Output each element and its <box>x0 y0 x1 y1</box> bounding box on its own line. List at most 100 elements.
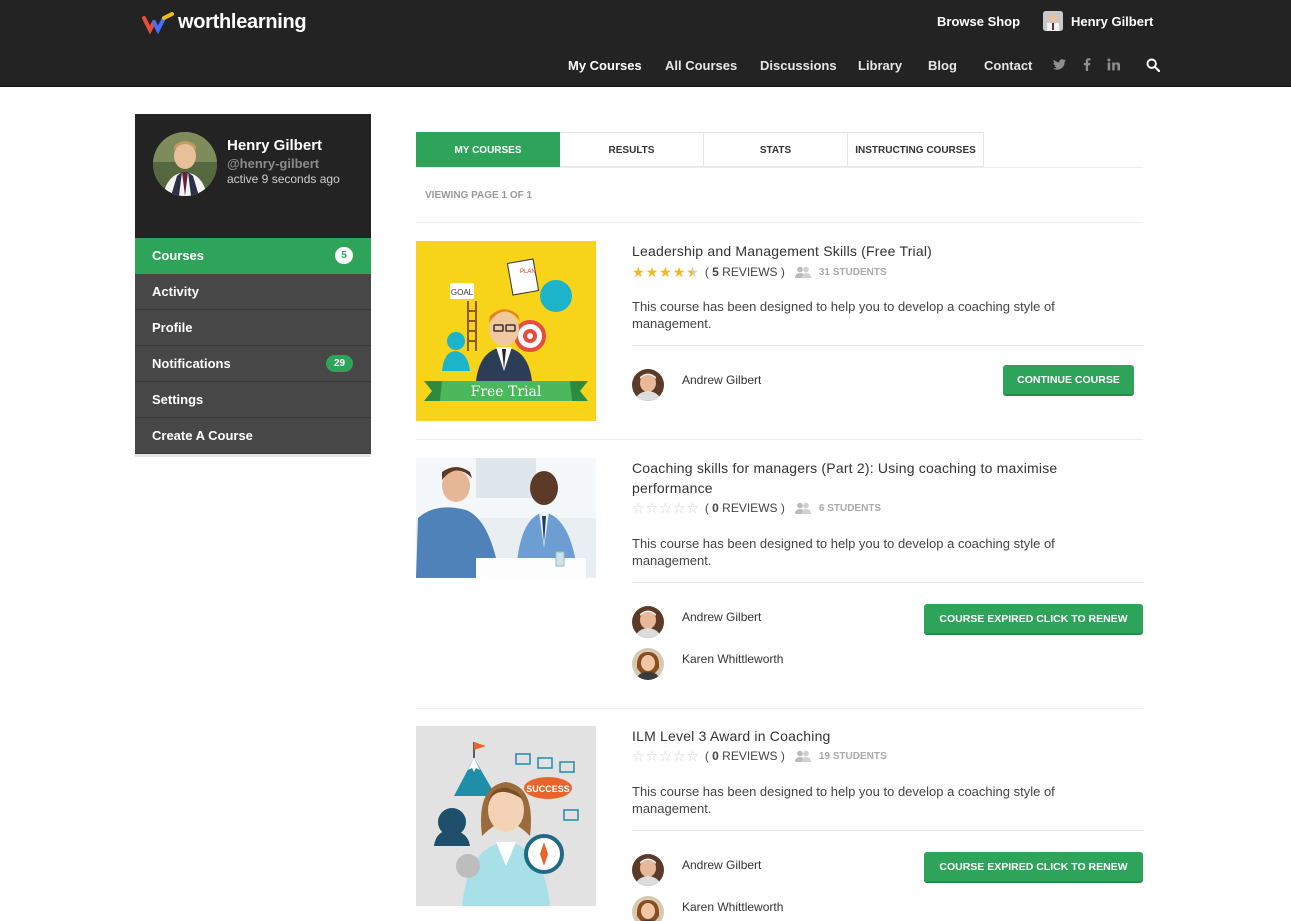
students-icon <box>794 750 811 762</box>
sidebar-item-label: Settings <box>152 392 204 407</box>
sidebar-item-courses[interactable]: Courses 5 <box>135 238 371 274</box>
divider <box>632 345 1143 346</box>
nav-contact[interactable]: Contact <box>984 58 1032 73</box>
divider <box>632 830 1143 831</box>
renew-course-button[interactable]: COURSE EXPIRED CLICK TO RENEW <box>924 604 1143 635</box>
sidebar-item-label: Notifications <box>152 356 231 371</box>
tab-instructing-courses[interactable]: INSTRUCTING COURSES <box>848 132 984 167</box>
notifications-count-badge: 29 <box>326 355 353 372</box>
divider <box>632 582 1143 583</box>
sidebar-item-label: Courses <box>152 248 205 263</box>
browse-shop-link[interactable]: Browse Shop <box>937 14 1020 29</box>
instructor-name: Andrew Gilbert <box>682 610 762 624</box>
profile-sidebar: Henry Gilbert @henry-gilbert active 9 se… <box>135 114 371 457</box>
sidebar-item-settings[interactable]: Settings <box>135 382 371 418</box>
facebook-icon[interactable] <box>1083 58 1091 71</box>
course-thumbnail[interactable]: GOAL PLAN Free Trial <box>416 241 596 421</box>
instructor[interactable]: Andrew Gilbert <box>632 606 761 638</box>
course-tabs: MY COURSES RESULTS STATS INSTRUCTING COU… <box>416 132 984 167</box>
course-meta: ★ ★ ★ ★ ★ ( 5 REVIEWS ) 31 STUDENTS <box>632 264 887 280</box>
search-icon[interactable] <box>1146 58 1160 72</box>
course-title[interactable]: Leadership and Management Skills (Free T… <box>632 241 1132 261</box>
profile-card: Henry Gilbert @henry-gilbert active 9 se… <box>135 114 371 238</box>
instructor-name: Andrew Gilbert <box>682 858 762 872</box>
renew-course-button[interactable]: COURSE EXPIRED CLICK TO RENEW <box>924 852 1143 883</box>
logo-text: worthlearning <box>178 11 307 33</box>
star-icon: ★ <box>672 264 686 280</box>
twitter-icon[interactable] <box>1053 59 1066 70</box>
tabs-divider <box>416 167 1143 168</box>
course-thumbnail[interactable] <box>416 458 596 578</box>
sidebar-item-activity[interactable]: Activity <box>135 274 371 310</box>
star-icon: ☆ <box>672 748 686 764</box>
tab-results[interactable]: RESULTS <box>560 132 704 167</box>
rating-stars: ★ ★ ★ ★ ★ <box>632 265 699 279</box>
user-menu[interactable]: Henry Gilbert <box>1043 11 1153 31</box>
instructor[interactable]: Karen Whittleworth <box>632 648 783 680</box>
reviews-count[interactable]: ( 0 REVIEWS ) <box>705 749 785 763</box>
user-avatar <box>1043 11 1063 31</box>
sidebar-item-label: Activity <box>152 284 199 299</box>
reviews-count[interactable]: ( 0 REVIEWS ) <box>705 501 785 515</box>
thumb-trial-text: Free Trial <box>471 384 542 400</box>
user-menu-name: Henry Gilbert <box>1071 13 1154 29</box>
course-thumbnail[interactable]: SUCCESS <box>416 726 596 906</box>
divider <box>416 222 1143 223</box>
nav-my-courses[interactable]: My Courses <box>568 58 642 73</box>
thumb-goal-text: GOAL <box>451 288 474 297</box>
course-title[interactable]: Coaching skills for managers (Part 2): U… <box>632 458 1122 498</box>
rating-stars: ☆ ☆ ☆ ☆ ☆ <box>632 749 699 763</box>
star-icon: ★ <box>645 264 659 280</box>
instructor-name: Karen Whittleworth <box>682 652 784 666</box>
instructor-avatar <box>632 896 664 921</box>
instructor[interactable]: Andrew Gilbert <box>632 854 761 886</box>
course-meta: ☆ ☆ ☆ ☆ ☆ ( 0 REVIEWS ) 6 STUDENTS <box>632 500 881 516</box>
thumb-success-text: SUCCESS <box>526 784 570 794</box>
divider <box>416 439 1143 440</box>
profile-avatar[interactable] <box>153 132 217 196</box>
star-icon: ☆ <box>632 748 645 764</box>
profile-name: Henry Gilbert <box>227 137 323 154</box>
star-icon: ☆ <box>632 500 645 516</box>
star-icon: ☆ <box>672 500 686 516</box>
pagination-status: VIEWING PAGE 1 OF 1 <box>425 190 533 201</box>
instructor[interactable]: Karen Whittleworth <box>632 896 783 921</box>
instructor-name: Karen Whittleworth <box>682 900 784 914</box>
star-icon: ☆ <box>686 748 699 764</box>
linkedin-icon[interactable] <box>1107 58 1120 71</box>
profile-handle: @henry-gilbert <box>227 156 320 171</box>
continue-course-button[interactable]: CONTINUE COURSE <box>1003 365 1134 396</box>
sidebar-bottom-shadow <box>135 454 371 457</box>
star-icon: ☆ <box>659 500 672 516</box>
nav-library[interactable]: Library <box>858 58 902 73</box>
course-description: This course has been designed to help yo… <box>632 536 1055 568</box>
reviews-count[interactable]: ( 5 REVIEWS ) <box>705 265 785 279</box>
star-icon: ☆ <box>659 748 672 764</box>
students-icon <box>794 266 811 278</box>
rating-stars: ☆ ☆ ☆ ☆ ☆ <box>632 501 699 515</box>
sidebar-item-notifications[interactable]: Notifications 29 <box>135 346 371 382</box>
logo-icon <box>142 11 174 34</box>
nav-all-courses[interactable]: All Courses <box>665 58 737 73</box>
nav-discussions[interactable]: Discussions <box>760 58 837 73</box>
profile-activity-status: active 9 seconds ago <box>227 172 340 186</box>
tab-my-courses[interactable]: MY COURSES <box>416 132 560 167</box>
star-icon: ★ <box>659 264 672 280</box>
sidebar-item-create-course[interactable]: Create A Course <box>135 418 371 454</box>
nav-blog[interactable]: Blog <box>928 58 957 73</box>
top-navigation-bar: worthlearning Browse Shop Henry Gilbert … <box>0 0 1291 87</box>
course-meta: ☆ ☆ ☆ ☆ ☆ ( 0 REVIEWS ) 19 STUDENTS <box>632 748 887 764</box>
star-icon: ★ <box>632 264 645 280</box>
students-icon <box>794 502 811 514</box>
sidebar-item-label: Profile <box>152 320 193 335</box>
students-count: 19 STUDENTS <box>818 750 887 762</box>
site-logo[interactable]: worthlearning <box>142 11 307 34</box>
course-title[interactable]: ILM Level 3 Award in Coaching <box>632 726 1132 746</box>
tab-stats[interactable]: STATS <box>704 132 848 167</box>
star-icon: ☆ <box>645 500 659 516</box>
instructor[interactable]: Andrew Gilbert <box>632 369 761 401</box>
students-count: 31 STUDENTS <box>818 266 887 278</box>
courses-count-badge: 5 <box>335 247 353 264</box>
star-icon: ☆ <box>645 748 659 764</box>
sidebar-item-profile[interactable]: Profile <box>135 310 371 346</box>
